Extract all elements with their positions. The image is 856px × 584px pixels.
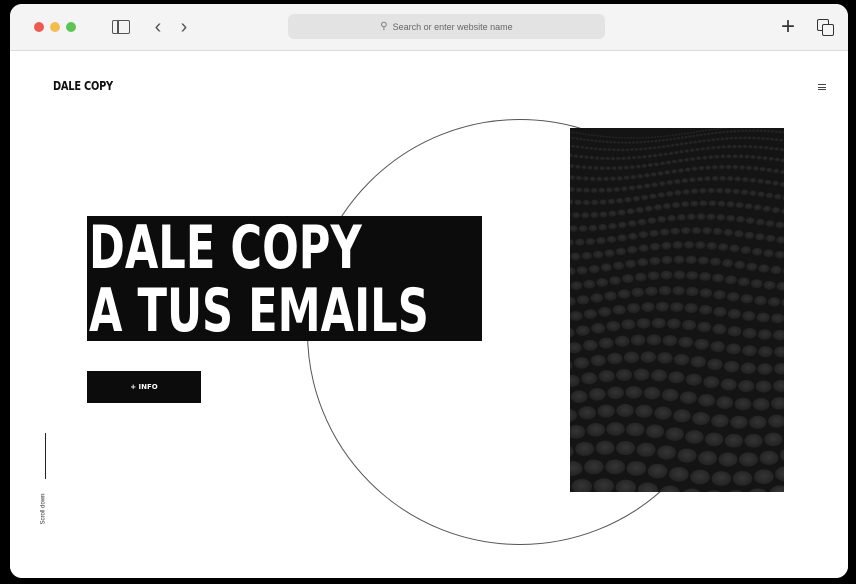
site-logo[interactable]: DALE COPY	[53, 79, 113, 93]
search-icon: ⚲	[380, 21, 388, 32]
forward-arrow-icon[interactable]: ›	[174, 16, 194, 38]
tab-overview-icon[interactable]	[814, 16, 836, 38]
address-placeholder: Search or enter website name	[392, 21, 513, 32]
hero-title-line-1: DALE COPY	[89, 213, 362, 283]
browser-window: ‹ › ⚲ Search or enter website name + DAL…	[10, 4, 848, 578]
new-tab-icon[interactable]: +	[776, 13, 800, 40]
address-bar[interactable]: ⚲ Search or enter website name	[288, 14, 605, 39]
scroll-down-label[interactable]: Scroll down	[41, 493, 47, 524]
close-window-button[interactable]	[34, 22, 44, 32]
back-arrow-icon[interactable]: ‹	[148, 16, 168, 38]
minimize-window-button[interactable]	[50, 22, 60, 32]
sidebar-toggle-icon[interactable]	[110, 16, 132, 38]
web-page: DALE COPY DALE COPY A TUS EMAILS + INFO	[10, 51, 848, 578]
browser-toolbar: ‹ › ⚲ Search or enter website name +	[10, 4, 848, 51]
scroll-indicator-line	[45, 433, 46, 479]
hamburger-menu-icon[interactable]	[818, 84, 826, 90]
hero-title-line-2: A TUS EMAILS	[89, 276, 429, 346]
hero-image	[570, 128, 784, 492]
info-button[interactable]: + INFO	[87, 371, 201, 403]
maximize-window-button[interactable]	[66, 22, 76, 32]
